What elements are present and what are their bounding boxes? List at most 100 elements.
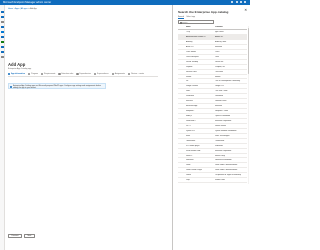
breadcrumb-current: Add App bbox=[29, 8, 37, 10]
dashboard-icon[interactable] bbox=[1, 16, 4, 19]
apps-icon[interactable] bbox=[1, 31, 4, 34]
publisher-cell: VideoLAN bbox=[215, 144, 223, 147]
users-icon[interactable] bbox=[1, 46, 4, 49]
publisher-cell: Dropbox, Inc. bbox=[215, 65, 226, 68]
page-subtitle: Enterprise App Catalog app bbox=[8, 67, 32, 70]
app-name-cell: 7-Zip bbox=[186, 31, 190, 34]
app-name-cell: Docker Desktop bbox=[186, 60, 199, 63]
wizard-footer: Previous Next bbox=[8, 234, 35, 238]
publisher-cell: Cisco bbox=[215, 50, 220, 53]
step-app-information[interactable]: App information bbox=[8, 73, 25, 76]
breadcrumb-home[interactable]: Home bbox=[8, 8, 13, 10]
step-indicator-icon bbox=[128, 73, 131, 76]
publisher-cell: Igor Pavlov bbox=[215, 31, 224, 34]
app-name-cell: TeamViewer bbox=[186, 139, 196, 142]
app-name-cell: Audacity bbox=[186, 40, 193, 43]
endpoint-security-icon[interactable] bbox=[1, 36, 4, 39]
step-label: Program bbox=[31, 73, 38, 76]
table-row[interactable]: Zulip Kandra Labs bbox=[178, 178, 247, 184]
app-name-cell: Microsoft Edge bbox=[186, 105, 198, 108]
breadcrumb-apps[interactable]: Apps | All apps bbox=[15, 8, 27, 10]
step-supersedence[interactable]: Supersedence bbox=[93, 73, 109, 76]
reports-icon[interactable] bbox=[1, 41, 4, 44]
step-label: Supersedence bbox=[97, 73, 109, 76]
app-name-cell: WinSCP bbox=[186, 154, 193, 157]
catalog-table: Name Publisher 7-Zip Igor Pavlov Adobe Acr… bbox=[178, 26, 247, 184]
breadcrumb: Home > Apps | All apps > Add App bbox=[8, 8, 37, 10]
step-program[interactable]: Program bbox=[27, 73, 38, 76]
app-name-cell: Zulip bbox=[186, 179, 190, 182]
publisher-cell: Audacity Team bbox=[215, 40, 227, 43]
app-name-cell: Python 3.12 bbox=[186, 129, 196, 132]
step-detection-rules[interactable]: Detection rules bbox=[58, 73, 74, 76]
groups-icon[interactable] bbox=[1, 51, 4, 54]
step-label: Requirements bbox=[44, 73, 56, 76]
publisher-cell: Google LLC bbox=[215, 85, 225, 88]
publisher-cell: Corporation for Digital Scholarship bbox=[215, 174, 241, 177]
publisher-cell: Mozilla bbox=[215, 75, 221, 78]
devices-icon[interactable] bbox=[1, 26, 4, 29]
catalog-search-box[interactable] bbox=[178, 20, 214, 25]
info-banner: Enterprise App Catalog apps are Microsof… bbox=[8, 83, 106, 89]
app-name-cell: Zotero bbox=[186, 174, 191, 177]
step-label: Detection rules bbox=[61, 73, 74, 76]
app-name-cell: PuTTY bbox=[186, 124, 192, 127]
top-bar-icons bbox=[231, 1, 246, 4]
step-indicator-icon bbox=[40, 73, 44, 76]
app-name-cell: Notepad++ bbox=[186, 110, 195, 113]
tab-search[interactable]: Search bbox=[178, 16, 184, 20]
previous-button[interactable]: Previous bbox=[8, 234, 22, 238]
app-name-cell: GIMP bbox=[186, 90, 191, 93]
app-name-cell: Visual Studio Code bbox=[186, 149, 201, 152]
publisher-cell: Docker Inc. bbox=[215, 60, 224, 63]
publisher-cell: Dominik Reichl bbox=[215, 100, 227, 103]
step-indicator-icon bbox=[58, 73, 61, 76]
publisher-cell: Microsoft bbox=[215, 105, 222, 108]
tenant-admin-icon[interactable] bbox=[1, 56, 4, 59]
step-label: Dependencies bbox=[79, 73, 91, 76]
step-review-create[interactable]: Review + create bbox=[128, 73, 144, 76]
app-name-cell: Slack bbox=[186, 134, 191, 137]
publisher-cell: Microsoft Corporation bbox=[215, 119, 232, 122]
app-name-cell: Zoom bbox=[186, 164, 191, 167]
publisher-cell: Notepad++ Team bbox=[215, 110, 229, 113]
all-services-icon[interactable] bbox=[1, 21, 4, 24]
notifications-icon[interactable] bbox=[231, 1, 234, 4]
app-name-cell: Firefox bbox=[186, 75, 192, 78]
panel-title: Search the Enterprise App catalog bbox=[178, 10, 229, 14]
close-icon[interactable]: ✕ bbox=[244, 9, 247, 13]
tab-select-app[interactable]: Select app bbox=[186, 16, 195, 19]
publisher-cell: Simon Tatham bbox=[215, 124, 226, 127]
app-name-cell: Zoom Outlook Plugin bbox=[186, 169, 202, 172]
table-scrollbar-thumb[interactable] bbox=[247, 27, 249, 74]
home-icon[interactable] bbox=[1, 11, 4, 14]
page-title: Add App bbox=[8, 62, 26, 67]
column-header-name[interactable]: Name bbox=[178, 26, 215, 28]
wizard-steps: App information Program Requirements Det… bbox=[8, 73, 144, 76]
account-icon[interactable] bbox=[244, 1, 246, 4]
step-requirements[interactable]: Requirements bbox=[40, 73, 56, 76]
publisher-cell: Microsoft Corporation bbox=[215, 149, 232, 152]
publisher-cell: Zoom Video Communications bbox=[215, 169, 238, 172]
app-name-cell: Dropbox bbox=[186, 65, 193, 68]
app-name-cell: VLC media player bbox=[186, 144, 200, 147]
publisher-cell: Martin Prikryl bbox=[215, 154, 225, 157]
app-name-cell: PowerShell 7 bbox=[186, 119, 196, 122]
step-indicator-icon bbox=[76, 73, 79, 76]
table-scrollbar[interactable] bbox=[247, 25, 249, 184]
info-banner-text: Enterprise App Catalog apps are Microsof… bbox=[13, 84, 101, 89]
step-dependencies[interactable]: Dependencies bbox=[76, 73, 91, 76]
catalog-search-input[interactable] bbox=[182, 21, 214, 25]
step-assignments[interactable]: Assignments bbox=[111, 73, 125, 76]
publisher-cell: Greenshot bbox=[215, 95, 223, 98]
settings-icon[interactable] bbox=[235, 1, 238, 4]
next-button[interactable]: Next bbox=[24, 234, 35, 238]
panel-tabs: Search Select app bbox=[178, 16, 195, 20]
brand-title[interactable]: Microsoft Endpoint Manager admin center bbox=[3, 1, 51, 5]
publisher-cell: OpenJS Foundation bbox=[215, 115, 231, 117]
publisher-cell: The Git Development Community bbox=[215, 80, 241, 83]
column-header-publisher[interactable]: Publisher bbox=[215, 26, 248, 28]
help-icon[interactable] bbox=[239, 1, 242, 4]
step-indicator-icon bbox=[27, 73, 31, 76]
app-name-cell: Cisco Webex bbox=[186, 50, 196, 53]
